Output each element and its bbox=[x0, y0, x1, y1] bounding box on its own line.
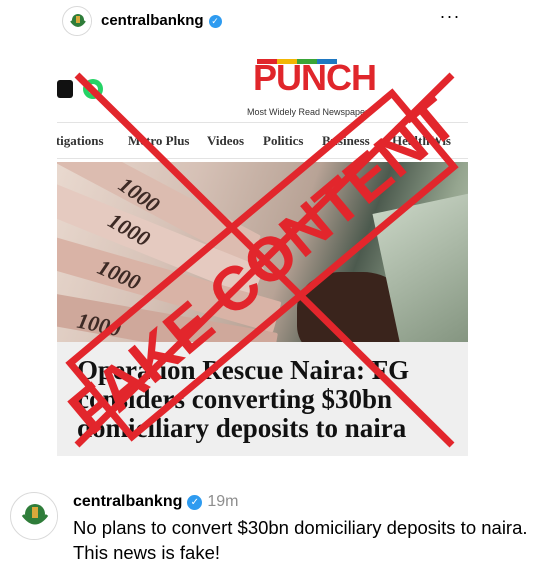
headline-box: Operation Rescue Naira: FG considers con… bbox=[57, 342, 468, 456]
punch-logo: PUNCH bbox=[247, 50, 387, 100]
post-time: 19m bbox=[207, 493, 239, 510]
more-options-button[interactable]: ··· bbox=[435, 6, 465, 30]
verified-check-icon: ✓ bbox=[187, 495, 203, 510]
article-photo: 1000 1000 1000 1000 bbox=[57, 162, 468, 352]
whatsapp-icon bbox=[83, 79, 103, 99]
verified-check-icon: ✓ bbox=[208, 15, 222, 28]
nav-item: Metro Plus bbox=[128, 133, 190, 148]
cbn-logo-icon bbox=[64, 8, 91, 35]
article-nav: estigations Metro Plus Videos Politics B… bbox=[57, 130, 468, 152]
nav-divider bbox=[57, 158, 468, 159]
header-username[interactable]: centralbankng ✓ bbox=[101, 12, 222, 29]
punch-logo-text: PUNCH bbox=[253, 57, 377, 98]
post-header: centralbankng ✓ ··· bbox=[0, 0, 552, 44]
nav-divider bbox=[57, 122, 468, 123]
caption-text: No plans to convert $30bn domiciliary de… bbox=[73, 517, 528, 563]
newspaper-tagline: Most Widely Read Newspaper bbox=[247, 107, 369, 117]
tiktok-icon bbox=[57, 80, 73, 98]
profile-avatar[interactable] bbox=[62, 6, 92, 36]
cbn-logo-icon bbox=[12, 494, 57, 539]
article-headline: Operation Rescue Naira: FG considers con… bbox=[77, 355, 410, 443]
nav-item: Business bbox=[322, 133, 370, 148]
post-image[interactable]: PUNCH Most Widely Read Newspaper estigat… bbox=[57, 50, 468, 458]
nav-item: Politics bbox=[263, 133, 304, 148]
caption-username: centralbankng ✓ 19m bbox=[73, 493, 238, 511]
nav-item: Videos bbox=[207, 133, 245, 148]
nav-item: HealthWis bbox=[392, 133, 451, 148]
nav-item: estigations bbox=[57, 133, 104, 148]
caption-avatar[interactable] bbox=[10, 492, 58, 540]
header-username-text[interactable]: centralbankng bbox=[101, 12, 204, 29]
caption-username-text[interactable]: centralbankng bbox=[73, 493, 182, 510]
